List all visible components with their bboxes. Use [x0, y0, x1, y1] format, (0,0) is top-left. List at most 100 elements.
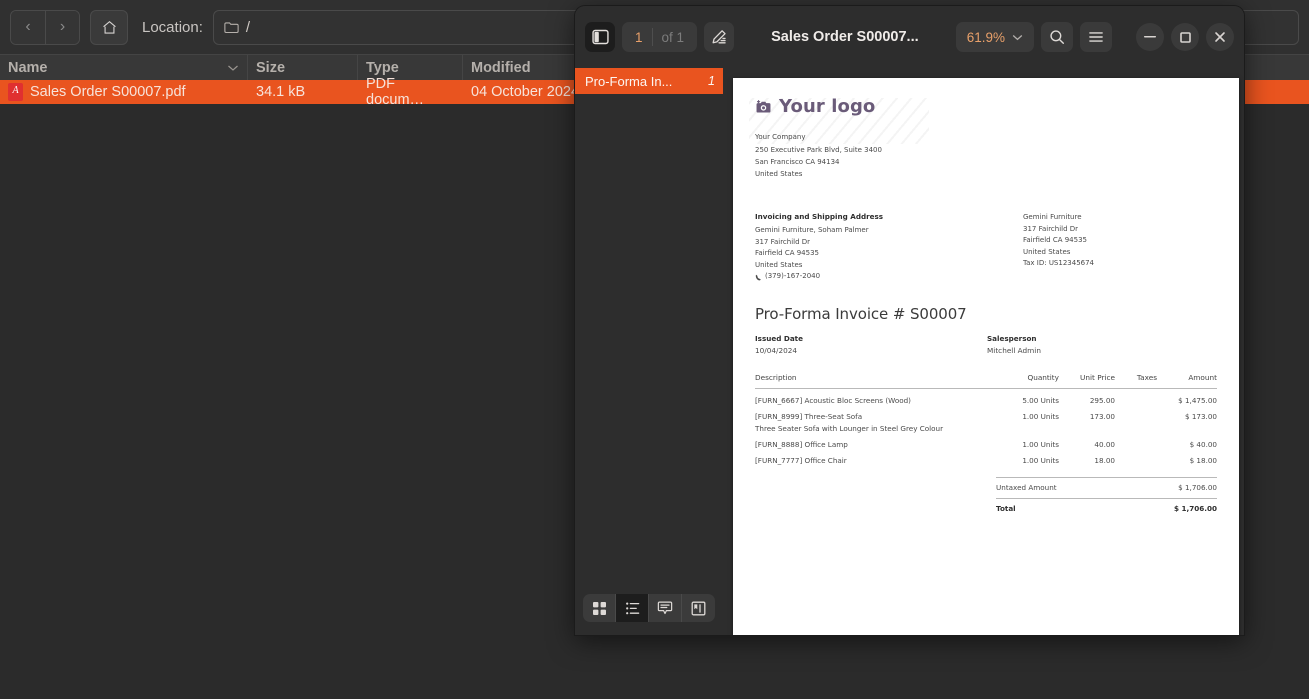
- pdf-viewer-body: Pro-Forma In... 1 Your logo Your Company…: [575, 68, 1244, 635]
- close-button[interactable]: [1206, 23, 1234, 51]
- file-name-label: Sales Order S00007.pdf: [30, 84, 186, 100]
- line-items-body: [FURN_6667] Acoustic Bloc Screens (Wood)…: [755, 388, 1217, 465]
- phone-icon: [755, 274, 762, 281]
- invoice-heading: Pro-Forma Invoice # S00007: [755, 304, 967, 323]
- page-count-label: of 1: [661, 29, 685, 45]
- header-unit-price: Unit Price: [1059, 372, 1115, 389]
- issued-date-label: Issued Date: [755, 333, 803, 343]
- table-row: [FURN_6667] Acoustic Bloc Screens (Wood)…: [755, 388, 1217, 405]
- page-indicator[interactable]: 1 of 1: [622, 22, 698, 52]
- line-description: [FURN_8999] Three-Seat Sofa: [755, 411, 863, 421]
- chevron-down-icon: [1012, 34, 1023, 41]
- grid-icon: [592, 601, 607, 616]
- file-size-cell: 34.1 kB: [256, 84, 306, 100]
- cell-quantity: 5.00 Units: [1022, 395, 1059, 405]
- salesperson-value: Mitchell Admin: [987, 345, 1041, 355]
- page-number-input[interactable]: 1: [626, 30, 652, 45]
- customer-line-2: 317 Fairchild Dr: [1023, 224, 1079, 233]
- untaxed-amount-row: Untaxed Amount $ 1,706.00: [996, 476, 1217, 498]
- pdf-sidebar: Pro-Forma In... 1: [575, 68, 723, 635]
- column-header-size[interactable]: Size: [248, 55, 358, 80]
- invoicing-line-2: 317 Fairchild Dr: [755, 237, 811, 246]
- zoom-control[interactable]: 61.9%: [955, 22, 1034, 52]
- navigation-group: ‹ ›: [10, 9, 80, 45]
- annotate-button[interactable]: [704, 22, 735, 52]
- cell-taxes: [1115, 433, 1157, 449]
- line-description: [FURN_6667] Acoustic Bloc Screens (Wood): [755, 395, 911, 405]
- location-label: Location:: [142, 18, 203, 36]
- minimize-button[interactable]: [1136, 23, 1164, 51]
- invoice-meta: Issued Date 10/04/2024 Salesperson Mitch…: [755, 334, 1217, 355]
- pdf-outline-list: Pro-Forma In... 1: [575, 68, 723, 581]
- cell-unit-price: 40.00: [1094, 439, 1115, 449]
- search-button[interactable]: [1041, 22, 1073, 52]
- sidebar-mode-group: [583, 594, 715, 622]
- location-path: /: [245, 18, 251, 36]
- invoicing-line-4: United States: [755, 260, 803, 269]
- minimize-icon: [1144, 36, 1156, 38]
- header-quantity: Quantity: [993, 372, 1059, 389]
- table-row: [FURN_8888] Office Lamp 1.00 Units 40.00…: [755, 433, 1217, 449]
- thumbnails-view-button[interactable]: [583, 594, 616, 622]
- main-menu-button[interactable]: [1080, 22, 1112, 52]
- back-button[interactable]: ‹: [11, 10, 45, 44]
- pdf-file-icon: [8, 83, 23, 101]
- customer-line-1: Gemini Furniture: [1023, 213, 1082, 222]
- customer-line-4: United States: [1023, 247, 1071, 256]
- cell-unit-price: 173.00: [1089, 411, 1115, 421]
- search-icon: [1049, 29, 1065, 45]
- outline-view-button[interactable]: [616, 594, 649, 622]
- total-row: Total $ 1,706.00: [996, 497, 1217, 519]
- cell-taxes: [1115, 388, 1157, 405]
- sidebar-toggle-icon: [591, 29, 609, 45]
- cell-description: [FURN_7777] Office Chair: [755, 449, 993, 465]
- company-country: United States: [755, 170, 803, 179]
- sidebar-toggle-button[interactable]: [585, 22, 615, 52]
- invoicing-address-block: Invoicing and Shipping Address Gemini Fu…: [755, 212, 1023, 283]
- company-address-line1: 250 Executive Park Blvd, Suite 3400: [755, 146, 882, 155]
- invoicing-line-3: Fairfield CA 94535: [755, 249, 819, 258]
- pdf-page: Your logo Your Company 250 Executive Par…: [733, 78, 1239, 635]
- cell-unit-price: 295.00: [1089, 395, 1115, 405]
- cell-quantity: 1.00 Units: [1022, 411, 1059, 421]
- table-header-row: Description Quantity Unit Price Taxes Am…: [755, 372, 1217, 389]
- cell-taxes: [1115, 405, 1157, 433]
- company-name: Your Company: [755, 133, 806, 141]
- list-icon: [625, 601, 640, 616]
- forward-button[interactable]: ›: [45, 10, 79, 44]
- file-type-cell: PDF docum…: [366, 76, 425, 108]
- pdf-page-canvas[interactable]: Your logo Your Company 250 Executive Par…: [723, 68, 1244, 635]
- column-header-name[interactable]: Name: [0, 55, 248, 80]
- invoicing-line-1: Gemini Furniture, Soham Palmer: [755, 226, 869, 235]
- issued-date-block: Issued Date 10/04/2024: [755, 334, 987, 355]
- header-amount: Amount: [1157, 372, 1217, 389]
- cell-amount: $ 1,475.00: [1178, 395, 1217, 405]
- line-items-header: Description Quantity Unit Price Taxes Am…: [755, 372, 1217, 389]
- issued-date-value: 10/04/2024: [755, 345, 798, 355]
- maximize-icon: [1179, 31, 1191, 43]
- maximize-button[interactable]: [1171, 23, 1199, 51]
- cell-unit-price: 18.00: [1094, 455, 1115, 465]
- cell-description: [FURN_8888] Office Lamp: [755, 433, 993, 449]
- outline-item-label: Pro-Forma In...: [585, 73, 673, 89]
- table-row: [FURN_7777] Office Chair 1.00 Units 18.0…: [755, 449, 1217, 465]
- line-description: [FURN_7777] Office Chair: [755, 455, 847, 465]
- address-columns: Invoicing and Shipping Address Gemini Fu…: [755, 212, 1217, 283]
- bookmarks-view-button[interactable]: [682, 594, 715, 622]
- untaxed-amount-value: $ 1,706.00: [1178, 482, 1217, 492]
- cell-amount: $ 40.00: [1189, 439, 1217, 449]
- salesperson-label: Salesperson: [987, 333, 1037, 343]
- invoicing-phone: (379)-167-2040: [755, 271, 1023, 283]
- sidebar-mode-toolbar: [575, 581, 723, 635]
- list-item[interactable]: Pro-Forma In... 1: [575, 68, 723, 94]
- home-button[interactable]: [90, 9, 128, 45]
- invoice-totals: Untaxed Amount $ 1,706.00 Total $ 1,706.…: [996, 476, 1217, 519]
- folder-icon: [224, 21, 239, 34]
- annotations-view-button[interactable]: [649, 594, 682, 622]
- pen-icon: [711, 29, 727, 45]
- close-icon: [1214, 31, 1226, 43]
- pdf-viewer-header: 1 of 1 Sales Order S00007... 61.9%: [575, 6, 1244, 68]
- cell-taxes: [1115, 449, 1157, 465]
- file-name-cell: Sales Order S00007.pdf: [0, 80, 248, 104]
- table-row: [FURN_8999] Three-Seat Sofa Three Seater…: [755, 405, 1217, 433]
